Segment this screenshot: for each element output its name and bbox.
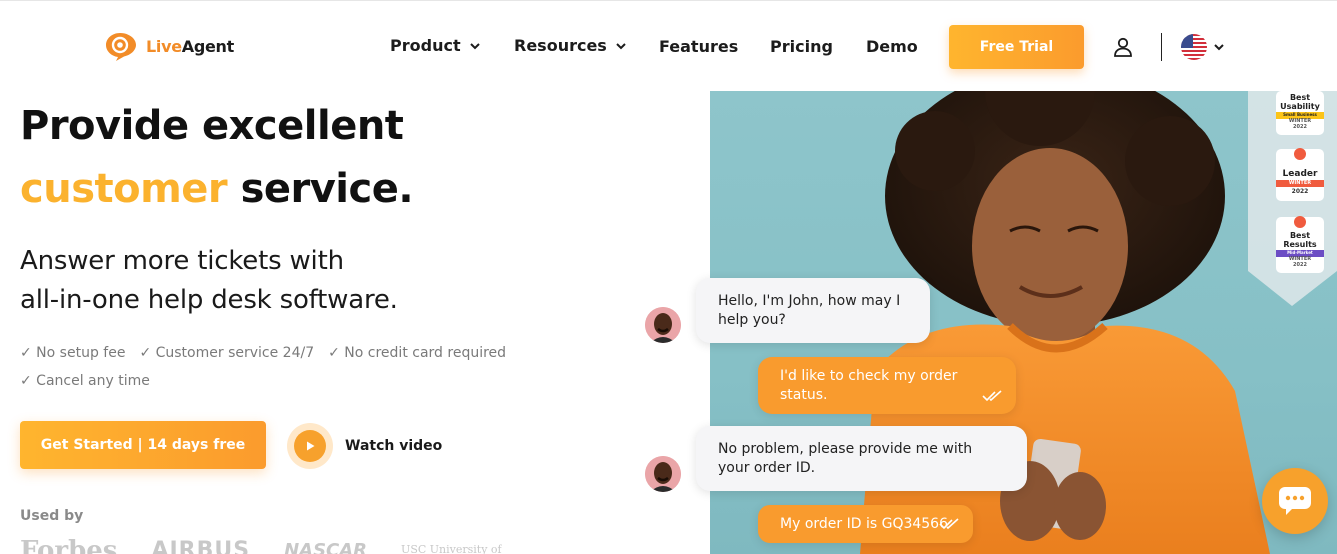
- chat-message-client: My order ID is GQ34566: [758, 505, 973, 543]
- g2-award-badges: Best Usability Small Business WINTER 2022…: [1248, 91, 1337, 306]
- nav-item-demo[interactable]: Demo: [866, 37, 918, 56]
- hero-subheadline-line2: all-in-one help desk software.: [20, 285, 398, 315]
- chat-message-text: My order ID is GQ34566: [780, 515, 948, 532]
- logo-word-agent: Agent: [181, 36, 235, 56]
- award-leader: Leader WINTER 2022: [1282, 169, 1318, 195]
- chevron-down-icon: [469, 42, 480, 49]
- hero-headline-accent: customer: [20, 166, 228, 212]
- chat-bubble-icon: [1279, 487, 1311, 515]
- chat-message-text: Hello, I'm John, how may I help you?: [718, 292, 901, 328]
- airbus-logo: AIRBUS: [151, 538, 251, 554]
- check-item: ✓ No credit card required: [328, 345, 507, 361]
- double-check-icon: [939, 518, 959, 530]
- forbes-logo: Forbes: [20, 538, 118, 554]
- nav-divider: [1161, 33, 1162, 61]
- award-best-usability: Best Usability Small Business WINTER 2022: [1280, 93, 1320, 130]
- logo-wordmark: LiveAgent: [146, 37, 234, 56]
- nav-item-label: Resources: [514, 36, 607, 55]
- agent-avatar: [645, 456, 681, 492]
- chat-message-text: I'd like to check my order status.: [780, 367, 958, 403]
- nav-item-label: Product: [390, 36, 461, 55]
- liveagent-logo[interactable]: LiveAgent: [104, 31, 234, 61]
- nav-item-label: Demo: [866, 37, 918, 56]
- free-trial-button[interactable]: Free Trial: [949, 25, 1084, 69]
- hero-headline-line2: customer service.: [20, 163, 414, 215]
- nascar-logo: NASCAR: [284, 540, 368, 554]
- usc-logo: USC University of: [401, 543, 502, 554]
- hero-headline-rest: service.: [227, 166, 414, 212]
- watch-video-button[interactable]: Watch video: [287, 423, 442, 469]
- chat-message-agent: Hello, I'm John, how may I help you?: [696, 278, 930, 343]
- nav-item-pricing[interactable]: Pricing: [770, 37, 833, 56]
- used-by-label: Used by: [20, 508, 84, 524]
- logo-word-live: Live: [146, 36, 182, 56]
- nav-item-label: Features: [659, 37, 739, 56]
- agent-avatar: [645, 307, 681, 343]
- chevron-down-icon: [616, 42, 626, 49]
- nav-item-resources[interactable]: Resources: [514, 36, 627, 55]
- us-flag-icon: [1181, 34, 1207, 60]
- check-item: ✓ Cancel any time: [20, 373, 150, 389]
- hero-headline: Provide excellent: [20, 103, 404, 149]
- play-icon: [287, 423, 333, 469]
- nav-item-label: Pricing: [770, 37, 833, 56]
- get-started-button[interactable]: Get Started | 14 days free: [20, 421, 266, 469]
- language-selector[interactable]: [1181, 34, 1225, 60]
- nav-item-product[interactable]: Product: [390, 36, 481, 55]
- double-check-icon: [982, 390, 1002, 402]
- check-item: ✓ No setup fee: [20, 345, 126, 361]
- feature-checks-row1: ✓ No setup fee ✓ Customer service 24/7 ✓…: [20, 345, 506, 361]
- chat-message-client: I'd like to check my order status.: [758, 357, 1016, 414]
- chat-message-agent: No problem, please provide me with your …: [696, 426, 1027, 491]
- feature-checks-row2: ✓ Cancel any time: [20, 373, 150, 389]
- chevron-down-icon: [1214, 44, 1224, 51]
- logo-icon: [104, 31, 140, 61]
- check-item: ✓ Customer service 24/7: [139, 345, 315, 361]
- top-border: [0, 0, 1337, 1]
- chat-message-text: No problem, please provide me with your …: [718, 440, 973, 476]
- award-best-results: Best Results Mid-Market WINTER 2022: [1283, 231, 1317, 268]
- hero-subheadline-line1: Answer more tickets with: [20, 246, 344, 276]
- watch-video-label: Watch video: [345, 438, 443, 454]
- client-logos: Forbes AIRBUS NASCAR USC University of: [20, 538, 502, 554]
- user-icon[interactable]: [1112, 36, 1134, 58]
- nav-item-features[interactable]: Features: [659, 37, 738, 56]
- chat-launcher-button[interactable]: [1262, 468, 1328, 534]
